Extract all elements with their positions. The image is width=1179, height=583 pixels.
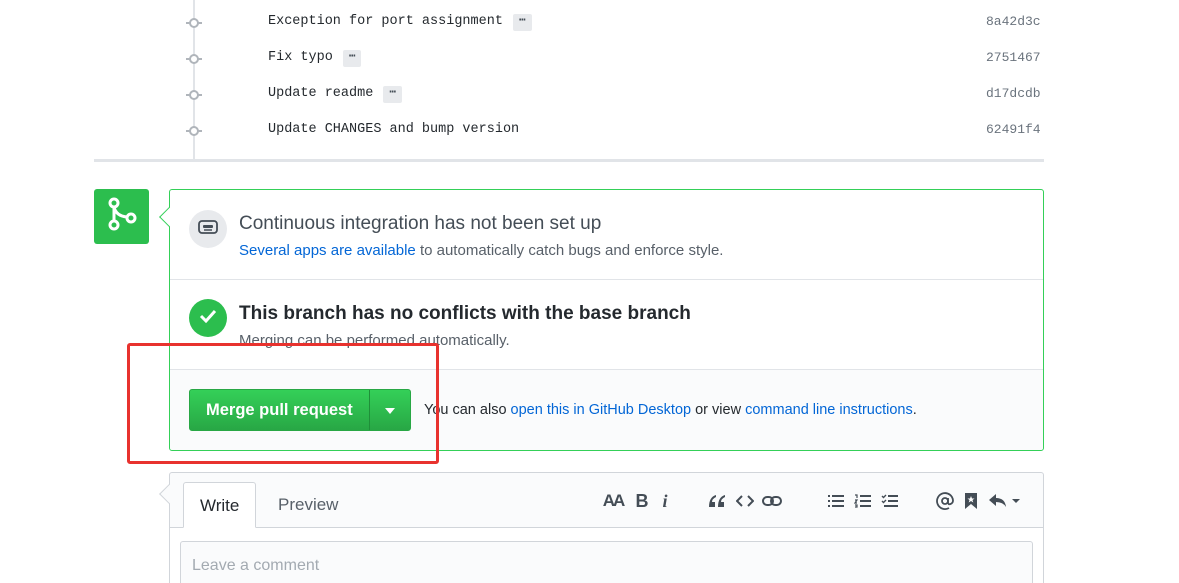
command-line-instructions-link[interactable]: command line instructions [745,402,913,418]
header-text-icon[interactable]: AA [601,490,626,512]
mention-icon[interactable] [934,490,956,512]
link-icon[interactable] [760,490,784,512]
comment-editor: Write Preview AA B i [159,472,1044,583]
merge-options-dropdown[interactable] [370,390,410,430]
commit-row: Fix typo ⋯ 2751467 [0,49,1179,69]
toolbar-text-group: AA B i [601,490,673,512]
commit-message[interactable]: Update CHANGES and bump version [268,122,519,137]
commit-message[interactable]: Fix typo ⋯ [268,50,362,67]
merge-button-group: Merge pull request [189,389,411,431]
github-desktop-link[interactable]: open this in GitHub Desktop [511,402,692,418]
merge-badge [94,189,149,244]
reply-dropdown-icon[interactable] [986,490,1022,512]
commit-sha[interactable]: 2751467 [986,50,1041,65]
commit-row: Exception for port assignment ⋯ 8a42d3c [0,13,1179,33]
commit-sha[interactable]: 62491f4 [986,122,1041,137]
ci-status-subtitle: Several apps are available to automatica… [239,242,723,259]
tab-write[interactable]: Write [183,482,257,528]
merge-box: Continuous integration has not been set … [159,189,1044,451]
no-conflicts-icon-wrapper [189,299,227,337]
merge-action-section: Merge pull request You can also open thi… [170,370,1043,450]
merge-pull-request-button[interactable]: Merge pull request [190,390,370,430]
ordered-list-icon[interactable] [852,490,874,512]
conflicts-section: This branch has no conflicts with the ba… [170,280,1043,370]
commit-node-icon [186,16,202,30]
commit-node-icon [186,52,202,66]
commit-message[interactable]: Exception for port assignment ⋯ [268,14,532,31]
commit-message[interactable]: Update readme ⋯ [268,86,402,103]
commit-node-icon [186,124,202,138]
quote-icon[interactable] [706,490,728,512]
timeline-divider [94,159,1044,162]
commit-node-icon [186,88,202,102]
saved-reply-icon[interactable] [960,490,982,512]
caret-down-icon [384,401,395,419]
ci-status-icon-wrapper [189,210,227,248]
commit-row: Update CHANGES and bump version 62491f4 [0,121,1179,141]
editor-body [170,528,1043,583]
merge-alternatives-text: You can also open this in GitHub Desktop… [424,402,917,418]
toolbar-extra-group [934,490,1022,512]
conflicts-subtitle: Merging can be performed automatically. [239,332,510,349]
git-merge-icon [106,196,138,237]
ci-status-subtitle-text: to automatically catch bugs and enforce … [415,242,724,259]
server-icon [198,219,218,240]
toolbar-list-group [825,490,901,512]
commit-expand-button[interactable]: ⋯ [383,86,402,103]
bold-icon[interactable]: B [631,490,653,512]
commit-sha[interactable]: d17dcdb [986,86,1041,101]
commit-row: Update readme ⋯ d17dcdb [0,85,1179,105]
unordered-list-icon[interactable] [825,490,847,512]
commit-expand-button[interactable]: ⋯ [512,14,532,31]
task-list-icon[interactable] [879,490,901,512]
code-icon[interactable] [734,490,756,512]
italic-icon[interactable]: i [657,490,673,512]
apps-available-link[interactable]: Several apps are available [239,242,416,259]
comment-textarea[interactable] [180,541,1033,583]
toolbar-insert-group [706,490,784,512]
ci-status-section: Continuous integration has not been set … [170,190,1043,280]
ci-status-title: Continuous integration has not been set … [239,213,602,234]
commit-sha[interactable]: 8a42d3c [986,14,1041,29]
check-icon [199,309,217,328]
tab-preview[interactable]: Preview [262,482,354,528]
conflicts-title: This branch has no conflicts with the ba… [239,303,691,324]
commit-expand-button[interactable]: ⋯ [342,50,362,67]
comment-editor-pointer [159,484,179,504]
